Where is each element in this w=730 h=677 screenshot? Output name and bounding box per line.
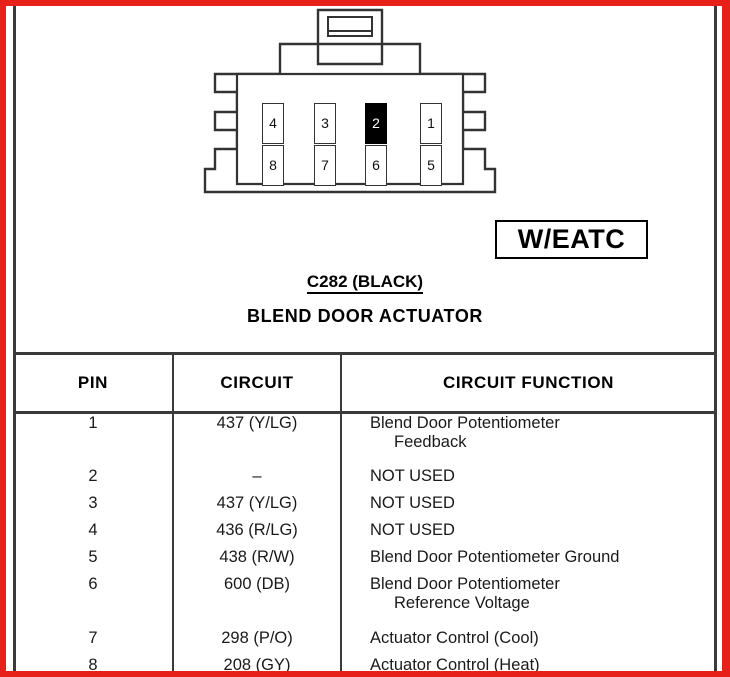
pin-cell-6: 6: [365, 145, 387, 186]
page-rule-left: [13, 6, 16, 671]
cell-pin: 3: [14, 493, 174, 521]
cell-circuit: –: [173, 466, 342, 494]
table-row: 2 – NOT USED: [14, 466, 715, 494]
cell-pin: 6: [14, 574, 174, 629]
cell-function: NOT USED: [341, 494, 715, 521]
function-line-primary: Actuator Control (Cool): [370, 628, 539, 647]
cell-function: Blend Door Potentiometer Reference Volta…: [341, 575, 715, 629]
page-border-left: [0, 0, 6, 677]
column-header-pin: PIN: [14, 352, 174, 414]
pin-cell-5: 5: [420, 145, 442, 186]
cell-pin: 1: [14, 412, 174, 467]
table-row: 6 600 (DB) Blend Door Potentiometer Refe…: [14, 574, 715, 629]
pin-cell-2: 2: [365, 103, 387, 144]
pin-cell-3: 3: [314, 103, 336, 144]
function-line-secondary: Feedback: [394, 433, 467, 451]
cell-circuit: 437 (Y/LG): [173, 412, 342, 467]
pin-cell-1: 1: [420, 103, 442, 144]
function-line-secondary: Reference Voltage: [394, 593, 530, 612]
connector-diagram: [203, 8, 497, 194]
cell-circuit: 436 (R/LG): [173, 520, 342, 548]
cell-function: NOT USED: [341, 521, 715, 548]
pin-cell-7: 7: [314, 145, 336, 186]
cell-pin: 4: [14, 520, 174, 548]
cell-pin: 2: [14, 466, 174, 494]
table-row: 5 438 (R/W) Blend Door Potentiometer Gro…: [14, 547, 715, 575]
function-line-primary: NOT USED: [370, 493, 455, 512]
cell-circuit: 437 (Y/LG): [173, 493, 342, 521]
column-header-function: CIRCUIT FUNCTION: [341, 352, 715, 414]
connector-id-text: C282 (BLACK): [306, 272, 424, 294]
page-border-top: [0, 0, 730, 6]
pinout-table: PIN CIRCUIT CIRCUIT FUNCTION 1 437 (Y/LG…: [14, 352, 715, 677]
cell-circuit: 298 (P/O): [173, 628, 342, 656]
table-row: 4 436 (R/LG) NOT USED: [14, 520, 715, 548]
tab-inner-rect: [327, 16, 373, 37]
table-row: 1 437 (Y/LG) Blend Door Potentiometer Fe…: [14, 412, 715, 467]
table-row: 7 298 (P/O) Actuator Control (Cool): [14, 628, 715, 656]
column-header-circuit: CIRCUIT: [173, 352, 342, 414]
page-border-right: [722, 0, 730, 677]
cell-circuit: 600 (DB): [173, 574, 342, 629]
function-line-primary: NOT USED: [370, 466, 455, 485]
weatc-callout: W/EATC: [495, 220, 648, 259]
function-line-primary: Blend Door Potentiometer Ground: [370, 547, 620, 566]
document-page: 4 3 2 1 8 7 6 5 W/EATC C282 (BLACK) BLEN…: [0, 0, 730, 677]
component-name-caption: BLEND DOOR ACTUATOR: [246, 306, 484, 326]
cell-function: Actuator Control (Cool): [341, 629, 715, 656]
pin-cell-8: 8: [262, 145, 284, 186]
cell-function: NOT USED: [341, 467, 715, 494]
function-line-primary: Blend Door Potentiometer: [370, 574, 560, 593]
cell-function: Blend Door Potentiometer Feedback: [341, 413, 715, 467]
pin-cell-4: 4: [262, 103, 284, 144]
function-line-primary: Blend Door Potentiometer: [370, 414, 560, 432]
cell-pin: 7: [14, 628, 174, 656]
page-rule-right: [714, 6, 717, 671]
table-header-row: PIN CIRCUIT CIRCUIT FUNCTION: [14, 352, 715, 414]
cell-pin: 5: [14, 547, 174, 575]
page-border-bottom: [0, 671, 730, 677]
cell-function: Blend Door Potentiometer Ground: [341, 548, 715, 575]
cell-circuit: 438 (R/W): [173, 547, 342, 575]
connector-id-caption: C282 (BLACK): [0, 272, 730, 294]
table-row: 3 437 (Y/LG) NOT USED: [14, 493, 715, 521]
function-line-primary: NOT USED: [370, 520, 455, 539]
